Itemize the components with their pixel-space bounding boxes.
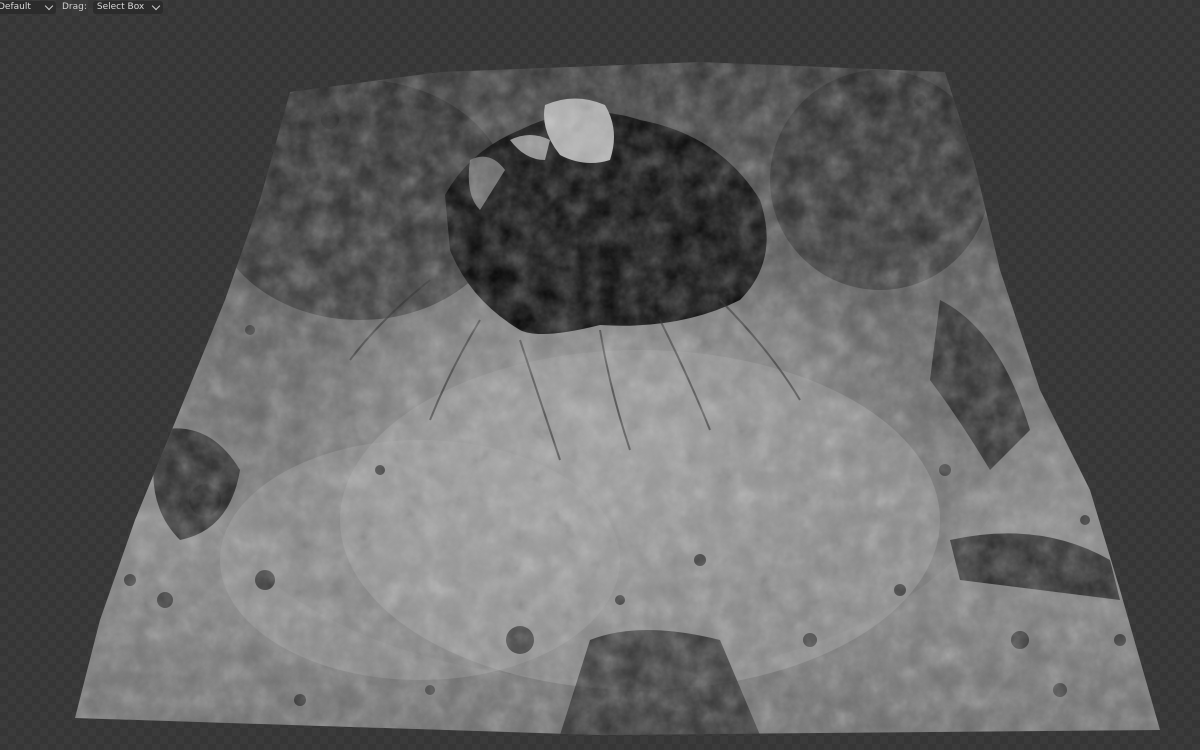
drag-label: Drag: xyxy=(62,2,87,12)
drag-tool-select[interactable]: Select Box xyxy=(92,0,163,14)
chevron-down-icon xyxy=(151,1,161,10)
3d-viewport[interactable]: Default Drag: Select Box xyxy=(0,0,1200,750)
drag-tool-value: Select Box xyxy=(96,2,145,12)
terrain-mesh[interactable] xyxy=(0,0,1200,750)
terrain-surface xyxy=(75,62,1160,735)
chevron-down-icon xyxy=(44,1,54,10)
transform-orientation-value: Default xyxy=(0,2,31,12)
transform-orientation-select[interactable]: Default xyxy=(0,0,56,14)
viewport-header: Default Drag: Select Box xyxy=(0,0,169,14)
